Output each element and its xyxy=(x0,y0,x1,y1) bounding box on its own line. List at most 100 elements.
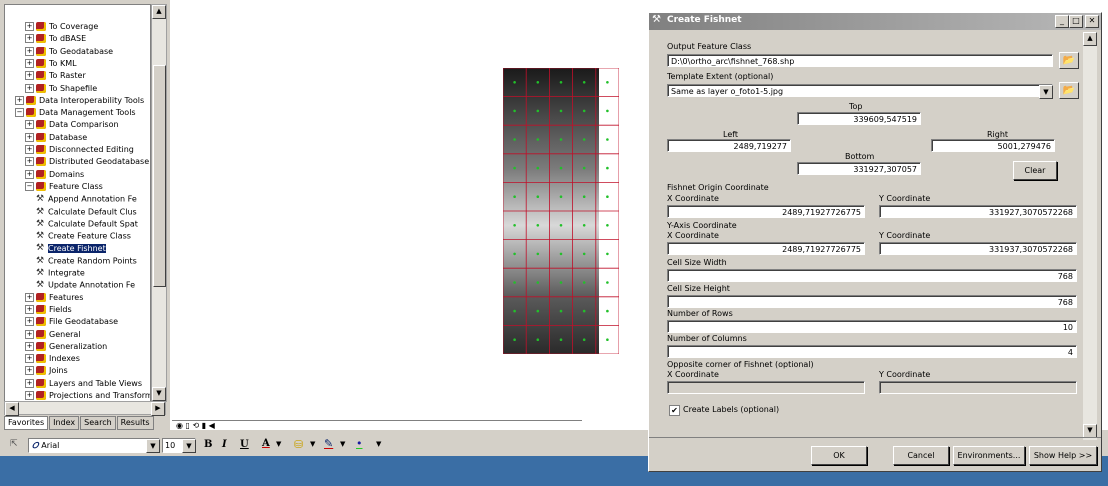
yaxis-x-input[interactable]: 2489,71927726775 xyxy=(667,242,865,255)
expand-toggle-icon[interactable]: + xyxy=(25,120,34,129)
tree-item[interactable]: ⚒ Append Annotation Fe xyxy=(35,193,137,205)
tab-search[interactable]: Search xyxy=(80,416,116,430)
tree-item[interactable]: + To Raster xyxy=(25,70,86,82)
expand-toggle-icon[interactable]: + xyxy=(25,330,34,339)
expand-toggle-icon[interactable]: + xyxy=(25,170,34,179)
dialog-scroll-up-icon[interactable]: ▲ xyxy=(1083,32,1097,46)
minimize-icon[interactable]: _ xyxy=(1055,15,1069,28)
template-extent-dropdown-icon[interactable]: ▼ xyxy=(1039,85,1053,99)
expand-toggle-icon[interactable]: + xyxy=(25,317,34,326)
tree-item[interactable]: + Joins xyxy=(25,365,68,377)
dialog-vertical-scrollbar[interactable]: ▲ ▼ xyxy=(1083,32,1097,440)
tab-favorites[interactable]: Favorites xyxy=(4,416,49,430)
tree-item[interactable]: ⚒ Calculate Default Clus xyxy=(35,206,137,218)
show-help-button[interactable]: Show Help >> xyxy=(1029,446,1097,465)
tree-item[interactable]: + To Coverage xyxy=(25,21,98,33)
maximize-icon[interactable]: □ xyxy=(1069,15,1083,28)
expand-toggle-icon[interactable]: + xyxy=(25,71,34,80)
font-name-select[interactable]: 𝑂 Arial xyxy=(28,438,160,453)
expand-toggle-icon[interactable]: + xyxy=(25,133,34,142)
cancel-button[interactable]: Cancel xyxy=(893,446,949,465)
tree-item[interactable]: + Features xyxy=(25,292,83,304)
bold-button[interactable]: B xyxy=(204,439,212,450)
cell-height-input[interactable]: 768 xyxy=(667,295,1077,308)
expand-toggle-icon[interactable]: + xyxy=(15,96,24,105)
tree-item[interactable]: + Layers and Table Views xyxy=(25,378,142,390)
tree-item[interactable]: ⚒ Create Feature Class xyxy=(35,230,131,242)
tree-item[interactable]: + To Shapefile xyxy=(25,83,97,95)
tree-item[interactable]: + To dBASE xyxy=(25,33,86,45)
opposite-y-input[interactable] xyxy=(879,381,1077,394)
tree-item[interactable]: ⚒ Create Fishnet xyxy=(35,242,106,254)
map-fishnet-view[interactable] xyxy=(503,68,619,354)
tree-item[interactable]: + To Geodatabase xyxy=(25,46,113,58)
tree-item[interactable]: ⚒ Create Random Points xyxy=(35,255,137,267)
origin-y-input[interactable]: 331927,3070572268 xyxy=(879,205,1077,218)
expand-toggle-icon[interactable]: − xyxy=(15,108,24,117)
expand-toggle-icon[interactable]: + xyxy=(25,22,34,31)
bottom-extent-input[interactable]: 331927,307057 xyxy=(797,162,921,175)
tree-item[interactable]: − Data Management Tools xyxy=(15,107,136,119)
tree-vertical-scrollbar[interactable]: ▲ ▼ xyxy=(151,4,167,402)
tree-horizontal-scrollbar[interactable]: ◀ ▶ xyxy=(4,401,166,416)
font-size-dropdown-icon[interactable]: ▼ xyxy=(182,439,196,453)
expand-toggle-icon[interactable]: + xyxy=(25,366,34,375)
line-color-icon[interactable]: ✎ xyxy=(324,437,333,450)
tree-item[interactable]: − Feature Class xyxy=(25,181,103,193)
scroll-thumb[interactable] xyxy=(153,65,166,287)
opposite-x-input[interactable] xyxy=(667,381,865,394)
origin-x-input[interactable]: 2489,71927726775 xyxy=(667,205,865,218)
cell-width-input[interactable]: 768 xyxy=(667,269,1077,282)
expand-toggle-icon[interactable]: + xyxy=(25,47,34,56)
italic-button[interactable]: I xyxy=(222,439,227,450)
expand-toggle-icon[interactable]: + xyxy=(25,84,34,93)
view-toggle-icon[interactable]: ◉ ▯ ⟲ ▮ ◀ xyxy=(176,421,215,430)
fill-color-dropdown-icon[interactable]: ▼ xyxy=(310,440,315,448)
font-color-button[interactable]: A xyxy=(262,438,270,449)
layout-scroll-track[interactable]: ◉ ▯ ⟲ ▮ ◀ xyxy=(172,420,582,433)
expand-toggle-icon[interactable]: − xyxy=(25,182,34,191)
underline-button[interactable]: U xyxy=(240,439,249,450)
expand-toggle-icon[interactable]: + xyxy=(25,342,34,351)
tree-item[interactable]: + Database xyxy=(25,132,87,144)
toolbox-tree[interactable]: + To Coverage + To dBASE + To Geodatabase + To … xyxy=(4,4,151,402)
close-icon[interactable]: ✕ xyxy=(1085,15,1099,28)
expand-toggle-icon[interactable]: + xyxy=(25,145,34,154)
scroll-left-icon[interactable]: ◀ xyxy=(5,402,19,416)
output-feature-class-input[interactable]: D:\0\ortho_arc\fishnet_768.shp xyxy=(667,54,1053,67)
tree-item[interactable]: + Indexes xyxy=(25,353,80,365)
expand-toggle-icon[interactable]: + xyxy=(25,34,34,43)
expand-toggle-icon[interactable]: + xyxy=(25,391,34,400)
left-extent-input[interactable]: 2489,719277 xyxy=(667,139,791,152)
browse-folder-icon[interactable]: 📂 xyxy=(1059,52,1079,69)
expand-toggle-icon[interactable]: + xyxy=(25,59,34,68)
yaxis-y-input[interactable]: 331937,3070572268 xyxy=(879,242,1077,255)
browse-template-icon[interactable]: 📂 xyxy=(1059,82,1079,99)
tree-item[interactable]: ⚒ Integrate xyxy=(35,267,85,279)
top-extent-input[interactable]: 339609,547519 xyxy=(797,112,921,125)
expand-toggle-icon[interactable]: + xyxy=(25,293,34,302)
tree-item[interactable]: + General xyxy=(25,329,81,341)
dialog-titlebar[interactable]: ⚒ Create Fishnet _ □ ✕ xyxy=(649,13,1101,30)
tree-item[interactable]: + Generalization xyxy=(25,341,107,353)
tree-item[interactable]: + Disconnected Editing xyxy=(25,144,134,156)
tree-item[interactable]: + Distributed Geodatabase xyxy=(25,156,149,168)
font-color-dropdown-icon[interactable]: ▼ xyxy=(276,440,281,448)
rows-input[interactable]: 10 xyxy=(667,320,1077,333)
tree-item[interactable]: ⚒ Update Annotation Fe xyxy=(35,279,135,291)
tree-item[interactable]: + Data Comparison xyxy=(25,119,119,131)
clear-button[interactable]: Clear xyxy=(1013,161,1057,180)
right-extent-input[interactable]: 5001,279476 xyxy=(931,139,1055,152)
font-name-dropdown-icon[interactable]: ▼ xyxy=(146,439,160,453)
scroll-up-icon[interactable]: ▲ xyxy=(152,5,166,19)
tree-item[interactable]: + To KML xyxy=(25,58,77,70)
ok-button[interactable]: OK xyxy=(811,446,867,465)
expand-toggle-icon[interactable]: + xyxy=(25,354,34,363)
expand-toggle-icon[interactable]: + xyxy=(25,379,34,388)
tab-results[interactable]: Results xyxy=(116,416,154,430)
create-labels-checkbox[interactable]: ✔ xyxy=(669,405,680,416)
expand-toggle-icon[interactable]: + xyxy=(25,157,34,166)
marker-color-icon[interactable]: • xyxy=(356,437,363,450)
tree-item[interactable]: + Domains xyxy=(25,169,84,181)
marker-color-dropdown-icon[interactable]: ▼ xyxy=(376,440,381,448)
